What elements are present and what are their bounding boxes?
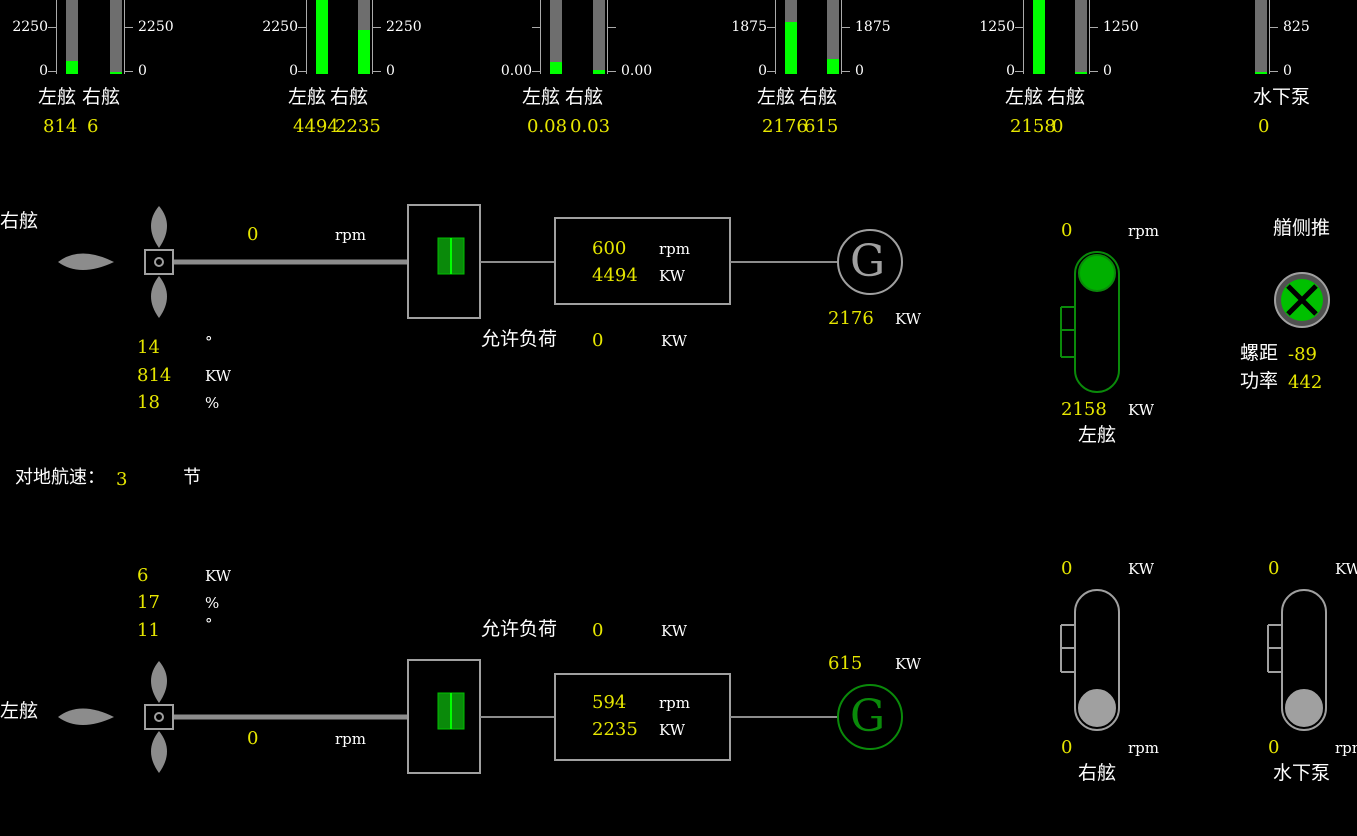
port-allowed-load-unit: KW — [661, 622, 688, 640]
starboard-engine-rpm-unit: rpm — [659, 240, 690, 258]
motor-port-kw: 2158 — [1061, 399, 1107, 420]
port-power-unit: KW — [205, 567, 232, 585]
port-percent-unit: % — [205, 594, 220, 612]
motor-port-icon — [1060, 251, 1120, 393]
starboard-allowed-load-unit: KW — [661, 332, 688, 350]
motor-pump-kw: 0 — [1268, 558, 1280, 579]
motor-starboard-kw: 0 — [1061, 558, 1073, 579]
port-generator-symbol: G — [850, 691, 886, 742]
starboard-angle-unit: ° — [205, 333, 213, 351]
bow-thruster-icon — [1274, 272, 1330, 328]
motor-starboard-kw-unit: KW — [1128, 560, 1155, 578]
bow-thruster-power-label: 功率 — [1240, 370, 1279, 392]
motor-pump-icon — [1267, 589, 1327, 731]
port-gen-kw-unit: KW — [895, 655, 922, 673]
port-engine-rpm: 594 — [592, 692, 627, 713]
ground-speed-label: 对地航速： — [15, 467, 105, 488]
port-engine-rpm-unit: rpm — [659, 694, 690, 712]
port-angle: 11 — [137, 620, 160, 641]
bow-thruster-pitch-label: 螺距 — [1240, 342, 1279, 364]
starboard-angle: 14 — [137, 337, 160, 358]
motor-starboard-icon — [1060, 589, 1120, 731]
port-shaft-rpm: 0 — [247, 728, 259, 749]
motor-port-rpm-unit: rpm — [1128, 222, 1159, 240]
starboard-power: 814 — [137, 365, 172, 386]
port-propeller-icon — [58, 661, 174, 773]
motor-pump-rpm: 0 — [1268, 737, 1280, 758]
bow-thruster-title: 艏侧推 — [1273, 217, 1331, 239]
starboard-power-unit: KW — [205, 367, 232, 385]
port-engine-kw: 2235 — [592, 719, 638, 740]
starboard-gen-kw: 2176 — [828, 308, 874, 329]
port-percent: 17 — [137, 592, 160, 613]
motor-pump-kw-unit: KW — [1335, 560, 1357, 578]
starboard-engine-kw-unit: KW — [659, 267, 686, 285]
bow-thruster-pitch: -89 — [1288, 344, 1317, 365]
ground-speed-unit: 节 — [183, 467, 201, 488]
starboard-engine-rpm: 600 — [592, 238, 627, 259]
port-allowed-load-label: 允许负荷 — [481, 618, 558, 640]
port-allowed-load: 0 — [592, 620, 604, 641]
starboard-propeller-icon — [58, 206, 174, 318]
starboard-percent: 18 — [137, 392, 160, 413]
starboard-engine-kw: 4494 — [592, 265, 638, 286]
motor-port-rpm: 0 — [1061, 220, 1073, 241]
starboard-engine-box — [554, 217, 731, 305]
port-side-label: 左舷 — [0, 700, 39, 722]
motor-pump-rpm-unit: rpm — [1335, 739, 1357, 757]
starboard-allowed-load: 0 — [592, 330, 604, 351]
port-shaft-rpm-unit: rpm — [335, 730, 366, 748]
motor-starboard-rpm-unit: rpm — [1128, 739, 1159, 757]
bow-thruster-power: 442 — [1288, 372, 1323, 393]
port-engine-kw-unit: KW — [659, 721, 686, 739]
starboard-gen-kw-unit: KW — [895, 310, 922, 328]
motor-pump-label: 水下泵 — [1273, 762, 1331, 784]
starboard-allowed-load-label: 允许负荷 — [481, 328, 558, 350]
motor-port-label: 左舷 — [1078, 424, 1117, 446]
motor-starboard-label: 右舷 — [1078, 762, 1117, 784]
starboard-shaft-rpm-unit: rpm — [335, 226, 366, 244]
port-angle-unit: ° — [205, 615, 213, 633]
motor-port-kw-unit: KW — [1128, 401, 1155, 419]
starboard-side-label: 右舷 — [0, 210, 39, 232]
motor-starboard-rpm: 0 — [1061, 737, 1073, 758]
starboard-generator-symbol: G — [850, 236, 886, 287]
starboard-shaft-rpm: 0 — [247, 224, 259, 245]
starboard-percent-unit: % — [205, 394, 220, 412]
port-engine-box — [554, 673, 731, 761]
port-gen-kw: 615 — [828, 653, 863, 674]
ground-speed-value: 3 — [116, 469, 128, 490]
port-power: 6 — [137, 565, 149, 586]
